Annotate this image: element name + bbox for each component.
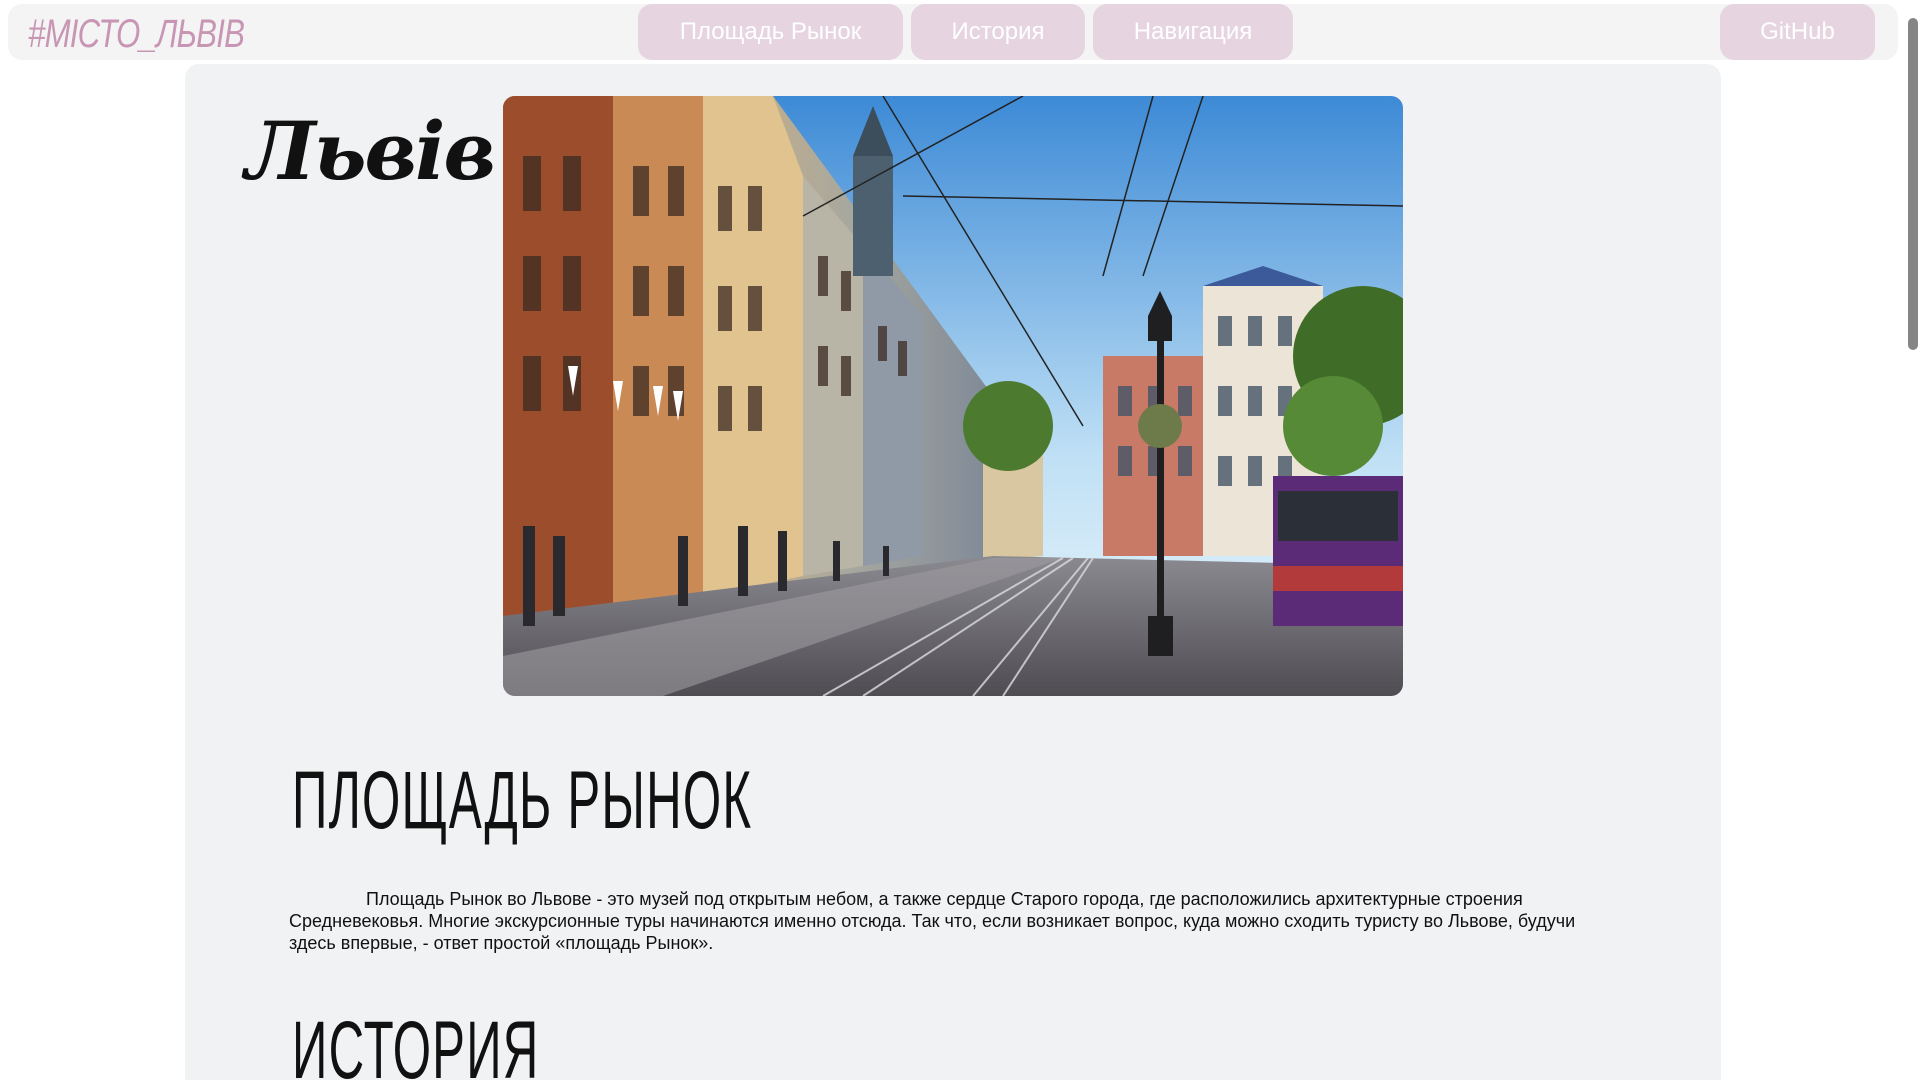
city-street-photo-icon: [503, 96, 1403, 696]
nav-button-history[interactable]: История: [911, 4, 1085, 60]
github-button[interactable]: GitHub: [1720, 4, 1875, 60]
city-title: Львів: [245, 104, 496, 198]
section-title-rynok-square: ПЛОЩАДЬ РЫНОК: [292, 755, 753, 846]
page-scrollbar[interactable]: [1906, 0, 1920, 1080]
page: #МІСТО_ЛЬВІВ Площадь Рынок История Навиг…: [0, 0, 1920, 1080]
main-content: Львів ПЛОЩАДЬ РЫНОК Площадь Рынок во Льв…: [185, 64, 1721, 1080]
site-logo[interactable]: #МІСТО_ЛЬВІВ: [28, 12, 245, 57]
section-text-rynok-square: Площадь Рынок во Львове - это музей под …: [289, 889, 1576, 953]
nav-button-navigation[interactable]: Навигация: [1093, 4, 1293, 60]
scrollbar-thumb[interactable]: [1908, 18, 1918, 350]
nav-button-rynok-square[interactable]: Площадь Рынок: [638, 4, 903, 60]
section-title-history: ИСТОРИЯ: [292, 1005, 540, 1080]
hero-photo: [503, 96, 1403, 696]
